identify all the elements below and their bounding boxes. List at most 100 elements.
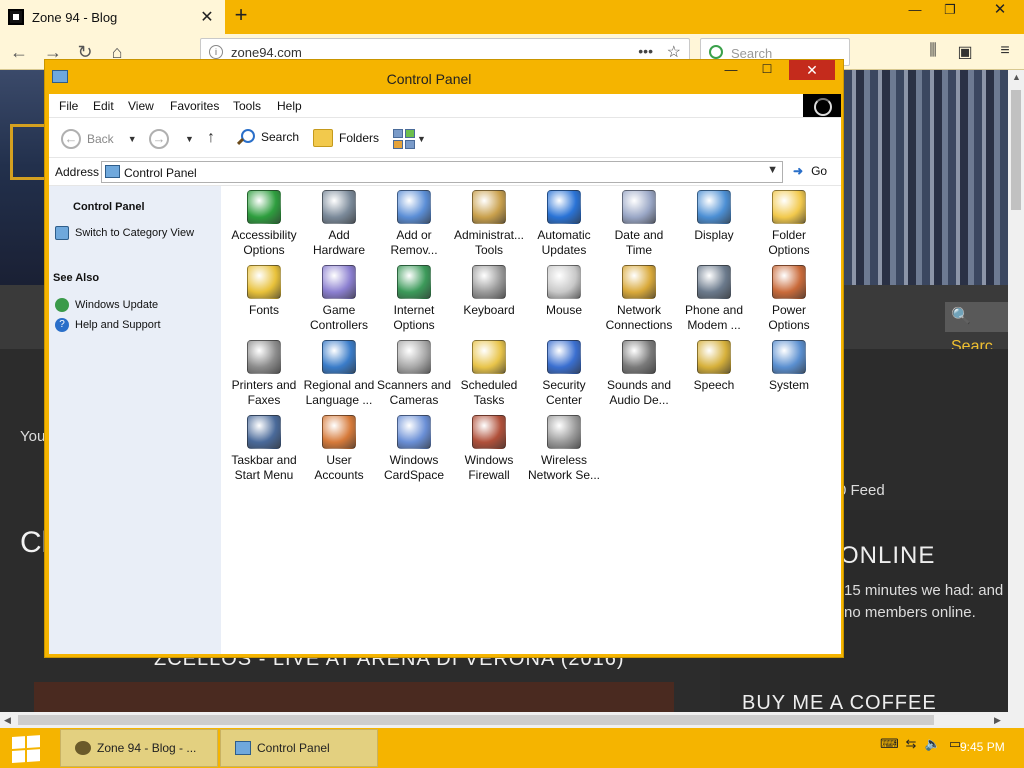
cp-item-phone-modem[interactable]: Phone and Modem ... <box>675 263 753 339</box>
cp-item-folder-options[interactable]: Folder Options <box>750 188 828 264</box>
vertical-scrollbar[interactable]: ▲ <box>1008 70 1024 712</box>
wireless-network-icon <box>547 415 581 449</box>
cp-item-label: Add or Remov... <box>390 228 438 257</box>
clock[interactable]: 9:45 PM <box>960 740 1005 754</box>
folders-button[interactable]: Folders <box>313 129 379 147</box>
keyboard-icon <box>472 265 506 299</box>
windows-update-link[interactable]: Windows Update <box>55 298 158 312</box>
scroll-right-icon[interactable]: ▶ <box>994 715 1001 726</box>
menu-view[interactable]: View <box>128 99 154 113</box>
address-field[interactable]: Control Panel ▼ <box>101 161 783 183</box>
keyboard-tray-icon[interactable]: ⌨ <box>880 736 899 752</box>
cp-item-administrative-tools[interactable]: Administrat... Tools <box>450 188 528 264</box>
taskbar-control-panel-button[interactable]: Control Panel <box>220 729 378 767</box>
back-dropdown-icon[interactable]: ▼ <box>128 134 137 144</box>
cp-item-date-time[interactable]: Date and Time <box>600 188 678 264</box>
volume-tray-icon[interactable]: 🔈 <box>924 736 942 752</box>
cp-item-label: Automatic Updates <box>537 228 591 257</box>
search-button[interactable]: Search <box>237 129 299 145</box>
browser-maximize-button[interactable]: ❐ <box>934 0 966 22</box>
cp-item-wireless-network[interactable]: Wireless Network Se... <box>525 413 603 489</box>
scheduled-tasks-icon <box>472 340 506 374</box>
scroll-up-icon[interactable]: ▲ <box>1012 72 1021 82</box>
back-button[interactable]: ← Back ▼ <box>61 129 137 149</box>
help-support-link[interactable]: ? Help and Support <box>55 318 161 332</box>
maximize-button[interactable]: ☐ <box>753 62 781 82</box>
address-dropdown-icon[interactable]: ▼ <box>767 164 778 176</box>
cp-item-taskbar-start-menu[interactable]: Taskbar and Start Menu <box>225 413 303 489</box>
tab-title: Zone 94 - Blog <box>32 9 118 25</box>
activity-throbber-icon <box>803 94 841 117</box>
back-arrow-icon[interactable]: ← <box>6 40 32 64</box>
cp-item-game-controllers[interactable]: Game Controllers <box>300 263 378 339</box>
cp-item-add-hardware[interactable]: Add Hardware <box>300 188 378 264</box>
rss-feed-link[interactable]: 0 Feed <box>838 482 885 499</box>
go-button[interactable]: ➜ Go <box>793 164 827 178</box>
taskbar-firefox-button[interactable]: Zone 94 - Blog - ... <box>60 729 218 767</box>
browser-tab[interactable]: Zone 94 - Blog ✕ <box>0 0 225 34</box>
folders-label: Folders <box>339 131 380 145</box>
site-info-icon[interactable]: i <box>209 45 223 59</box>
switch-category-view-label: Switch to Category View <box>75 227 195 239</box>
menu-edit[interactable]: Edit <box>93 99 114 113</box>
minimize-button[interactable]: — <box>717 62 745 82</box>
cp-item-scheduled-tasks[interactable]: Scheduled Tasks <box>450 338 528 414</box>
cp-item-label: Display <box>694 228 734 242</box>
cp-item-mouse[interactable]: Mouse <box>525 263 603 339</box>
horizontal-scroll-thumb[interactable] <box>18 715 934 725</box>
switch-category-view-link[interactable]: Switch to Category View <box>55 226 194 240</box>
menu-file[interactable]: File <box>59 99 78 113</box>
browser-close-button[interactable]: ✕ <box>980 0 1020 22</box>
menu-help[interactable]: Help <box>277 99 302 113</box>
control-panel-titlebar[interactable]: Control Panel — ☐ ✕ <box>45 60 843 94</box>
cp-item-windows-firewall[interactable]: Windows Firewall <box>450 413 528 489</box>
cp-item-regional-language[interactable]: Regional and Language ... <box>300 338 378 414</box>
site-search-button[interactable]: 🔍Searc <box>945 302 1008 355</box>
scroll-left-icon[interactable]: ◀ <box>4 715 11 726</box>
cp-item-printers-faxes[interactable]: Printers and Faxes <box>225 338 303 414</box>
menu-tools[interactable]: Tools <box>233 99 261 113</box>
user-accounts-icon <box>322 415 356 449</box>
sidebar-toggle-icon[interactable]: ▣ <box>954 42 976 62</box>
up-folder-icon[interactable]: ↑ <box>207 129 215 147</box>
cp-item-sounds-audio[interactable]: Sounds and Audio De... <box>600 338 678 414</box>
back-label: Back <box>87 132 114 146</box>
new-tab-button[interactable]: + <box>229 4 253 28</box>
forward-button[interactable]: → ▼ <box>149 129 194 149</box>
online-widget-title: ONLINE <box>840 542 936 569</box>
forward-dropdown-icon[interactable]: ▼ <box>185 134 194 144</box>
cp-item-fonts[interactable]: Fonts <box>225 263 303 339</box>
cp-item-internet-options[interactable]: Internet Options <box>375 263 453 339</box>
cp-item-user-accounts[interactable]: User Accounts <box>300 413 378 489</box>
cp-item-keyboard[interactable]: Keyboard <box>450 263 528 339</box>
cp-item-power-options[interactable]: Power Options <box>750 263 828 339</box>
cp-item-security-center[interactable]: Security Center <box>525 338 603 414</box>
back-icon: ← <box>61 129 81 149</box>
start-button[interactable] <box>12 735 42 764</box>
site-text-you: You <box>20 428 46 445</box>
cp-item-speech[interactable]: Speech <box>675 338 753 414</box>
cp-item-network-connections[interactable]: Network Connections <box>600 263 678 339</box>
post-image[interactable] <box>34 682 674 712</box>
speech-icon <box>697 340 731 374</box>
cp-item-automatic-updates[interactable]: Automatic Updates <box>525 188 603 264</box>
hamburger-menu-icon[interactable]: ≡ <box>994 42 1016 62</box>
network-tray-icon[interactable]: ⇆ <box>902 736 920 752</box>
browser-minimize-button[interactable]: — <box>900 0 930 22</box>
cp-item-accessibility[interactable]: Accessibility Options <box>225 188 303 264</box>
menu-favorites[interactable]: Favorites <box>170 99 219 113</box>
cp-item-label: Speech <box>693 378 735 392</box>
page-actions-icon[interactable]: ••• <box>638 43 653 59</box>
cp-item-scanners-cameras[interactable]: Scanners and Cameras <box>375 338 453 414</box>
tab-close-icon[interactable]: ✕ <box>197 7 217 27</box>
cp-item-label: Internet Options <box>393 303 435 332</box>
library-icon[interactable]: ⫼ <box>922 42 944 62</box>
cp-item-system[interactable]: System <box>750 338 828 414</box>
cp-item-display[interactable]: Display <box>675 188 753 264</box>
horizontal-scrollbar[interactable]: ◀ ▶ <box>0 712 1024 728</box>
views-button[interactable]: ▼ <box>393 129 426 149</box>
cp-item-add-remove-programs[interactable]: Add or Remov... <box>375 188 453 264</box>
vertical-scroll-thumb[interactable] <box>1011 90 1021 210</box>
close-button[interactable]: ✕ <box>789 60 835 80</box>
cp-item-windows-cardspace[interactable]: Windows CardSpace <box>375 413 453 489</box>
